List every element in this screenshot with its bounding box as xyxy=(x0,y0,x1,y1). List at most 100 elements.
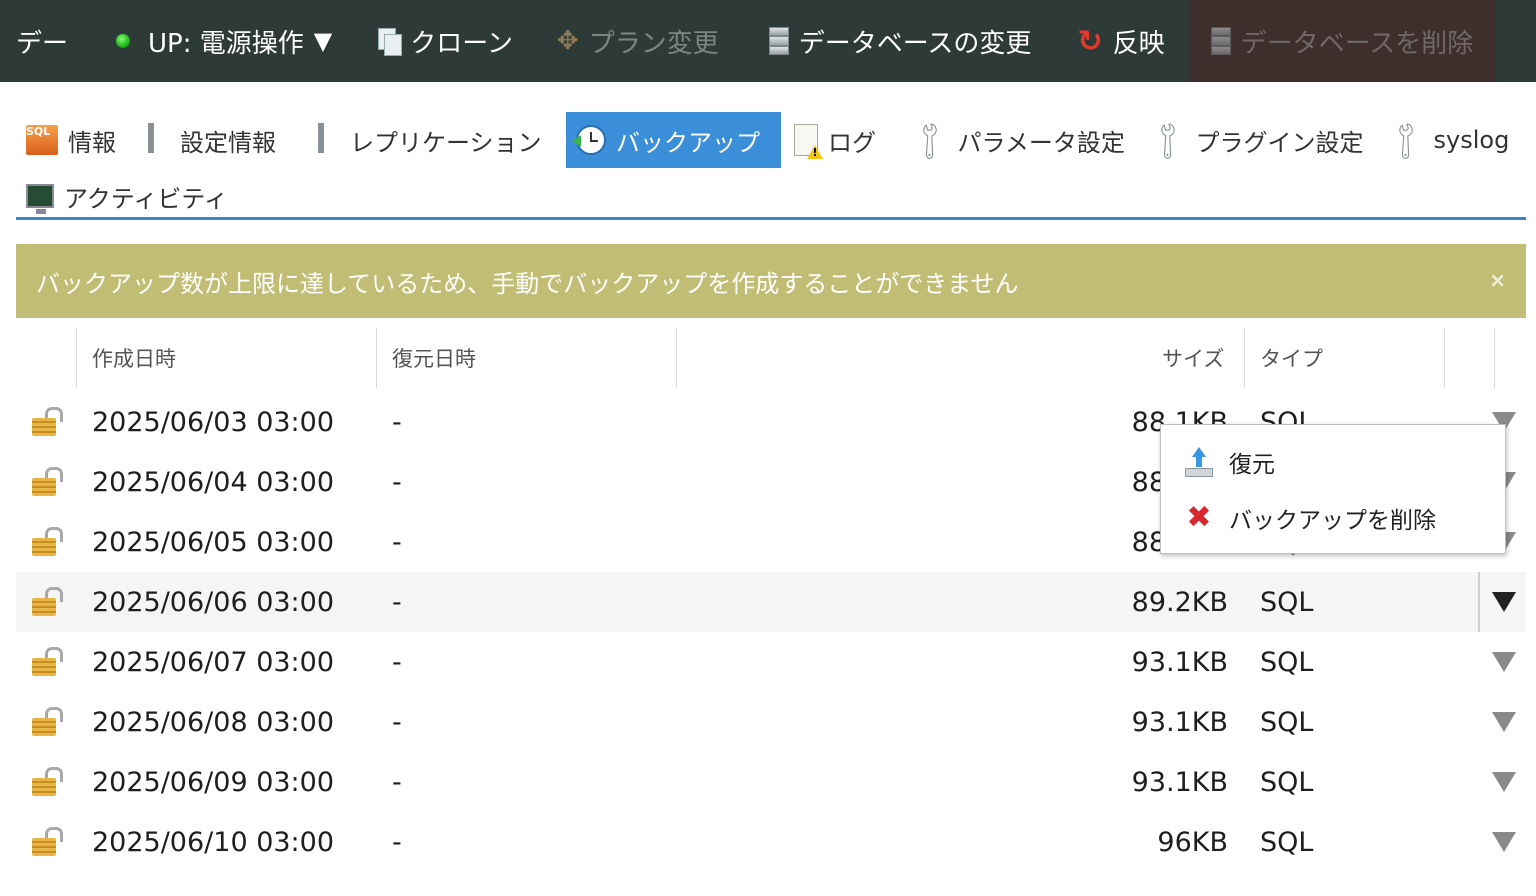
power-operation-button[interactable]: UP: 電源操作 ▼ xyxy=(78,0,348,82)
clone-label: クローン xyxy=(410,28,513,59)
reflect-button[interactable]: ↻ 反映 xyxy=(1047,0,1180,82)
created-cell: 2025/06/10 03:00 xyxy=(92,826,335,858)
unlocked-padlock-icon[interactable] xyxy=(32,827,63,857)
type-cell: SQL xyxy=(1260,706,1314,738)
restore-menu-item[interactable]: 復元 xyxy=(1161,435,1505,489)
size-cell: 93.1KB xyxy=(1131,706,1228,738)
monitor-icon xyxy=(26,184,54,214)
restore-label: 復元 xyxy=(1229,452,1275,478)
plan-change-button[interactable]: ✥ プラン変更 xyxy=(529,0,735,82)
row-menu-dropdown-icon[interactable] xyxy=(1492,592,1516,612)
tab-replication[interactable]: レプリケーション xyxy=(308,112,552,168)
delete-backup-label: バックアップを削除 xyxy=(1229,508,1436,534)
restored-cell: - xyxy=(392,586,402,618)
wrench-icon: 🔧︎ xyxy=(1381,115,1431,165)
toolbar-partial-item[interactable]: デー xyxy=(0,0,78,82)
database-icon xyxy=(768,27,789,55)
wrench-icon: 🔧︎ xyxy=(1143,115,1193,165)
close-icon[interactable]: × xyxy=(1489,268,1506,292)
backup-table-header: 作成日時 復元日時 サイズ タイプ xyxy=(16,328,1526,388)
header-size[interactable]: サイズ xyxy=(1162,328,1224,388)
delete-backup-menu-item[interactable]: ✖ バックアップを削除 xyxy=(1161,491,1505,545)
tab-backup-label: バックアップ xyxy=(616,128,760,157)
restored-cell: - xyxy=(392,766,402,798)
type-cell: SQL xyxy=(1260,646,1314,678)
tab-info-label: 情報 xyxy=(68,128,116,157)
tab-log-label: ログ xyxy=(828,128,876,157)
tab-bar: SQL 情報 設定情報 レプリケーション バックアップ ログ 🔧︎ パラメータ設… xyxy=(16,108,1526,220)
header-created[interactable]: 作成日時 xyxy=(92,328,176,388)
table-row[interactable]: 2025/06/08 03:00 - 93.1KB SQL xyxy=(16,692,1526,752)
table-row[interactable]: 2025/06/10 03:00 - 96KB SQL xyxy=(16,812,1526,872)
table-row[interactable]: 2025/06/07 03:00 - 93.1KB SQL xyxy=(16,632,1526,692)
server-icon xyxy=(318,123,340,156)
row-context-menu: 復元 ✖ バックアップを削除 xyxy=(1160,424,1506,554)
tab-settings-info[interactable]: 設定情報 xyxy=(138,112,286,168)
header-restored[interactable]: 復元日時 xyxy=(392,328,476,388)
backup-clock-icon xyxy=(572,125,606,155)
signpost-icon: ✥ xyxy=(556,26,579,56)
row-menu-dropdown-icon[interactable] xyxy=(1492,712,1516,732)
toolbar-partial-label: デー xyxy=(16,28,69,59)
row-menu-dropdown-icon[interactable] xyxy=(1492,652,1516,672)
log-warning-icon xyxy=(794,124,818,156)
type-cell: SQL xyxy=(1260,586,1314,618)
column-divider xyxy=(1244,328,1245,388)
created-cell: 2025/06/08 03:00 xyxy=(92,706,335,738)
unlocked-padlock-icon[interactable] xyxy=(32,767,63,797)
column-divider xyxy=(76,328,77,388)
power-operation-label: UP: 電源操作 xyxy=(148,28,304,59)
unlocked-padlock-icon[interactable] xyxy=(32,587,63,617)
change-database-button[interactable]: データベースの変更 xyxy=(735,0,1048,82)
tab-syslog-label: syslog xyxy=(1433,126,1510,154)
clone-button[interactable]: クローン xyxy=(348,0,529,82)
upload-restore-icon xyxy=(1185,447,1213,477)
wrench-icon: 🔧︎ xyxy=(905,115,955,165)
delete-database-label: データベースを削除 xyxy=(1240,28,1474,59)
type-cell: SQL xyxy=(1260,826,1314,858)
restored-cell: - xyxy=(392,526,402,558)
tab-settings-info-label: 設定情報 xyxy=(180,128,276,157)
tab-plugin-settings-label: プラグイン設定 xyxy=(1195,128,1364,157)
created-cell: 2025/06/09 03:00 xyxy=(92,766,335,798)
created-cell: 2025/06/05 03:00 xyxy=(92,526,335,558)
delete-x-icon: ✖ xyxy=(1186,500,1212,535)
created-cell: 2025/06/06 03:00 xyxy=(92,586,335,618)
table-row[interactable]: 2025/06/09 03:00 - 93.1KB SQL xyxy=(16,752,1526,812)
column-divider xyxy=(376,328,377,388)
header-type[interactable]: タイプ xyxy=(1260,328,1323,388)
tab-parameter-settings[interactable]: 🔧︎ パラメータ設定 xyxy=(902,112,1135,168)
clone-icon xyxy=(378,28,403,56)
delete-database-button[interactable]: データベースを削除 xyxy=(1188,0,1496,82)
server-icon xyxy=(148,123,170,156)
unlocked-padlock-icon[interactable] xyxy=(32,467,63,497)
created-cell: 2025/06/07 03:00 xyxy=(92,646,335,678)
caret-down-icon: ▼ xyxy=(313,27,333,55)
tab-plugin-settings[interactable]: 🔧︎ プラグイン設定 xyxy=(1140,112,1374,168)
plan-change-label: プラン変更 xyxy=(588,28,719,59)
type-cell: SQL xyxy=(1260,766,1314,798)
row-menu-dropdown-icon[interactable] xyxy=(1492,832,1516,852)
backup-limit-alert: バックアップ数が上限に達しているため、手動でバックアップを作成することができませ… xyxy=(16,244,1526,318)
tab-activity-label: アクティビティ xyxy=(64,184,228,213)
tab-info[interactable]: SQL 情報 xyxy=(16,112,126,168)
column-divider xyxy=(1444,328,1445,388)
size-cell: 93.1KB xyxy=(1131,766,1228,798)
dropdown-divider xyxy=(1478,572,1480,632)
tab-backup[interactable]: バックアップ xyxy=(566,112,781,168)
unlocked-padlock-icon[interactable] xyxy=(32,707,63,737)
database-delete-icon xyxy=(1210,27,1231,55)
size-cell: 96KB xyxy=(1157,826,1228,858)
column-divider xyxy=(1494,328,1495,388)
tab-activity[interactable]: アクティビティ xyxy=(16,168,238,224)
tab-log[interactable]: ログ xyxy=(784,112,886,168)
table-row[interactable]: 2025/06/06 03:00 - 89.2KB SQL xyxy=(16,572,1526,632)
unlocked-padlock-icon[interactable] xyxy=(32,527,63,557)
unlocked-padlock-icon[interactable] xyxy=(32,647,63,677)
unlocked-padlock-icon[interactable] xyxy=(32,407,63,437)
row-menu-dropdown-icon[interactable] xyxy=(1492,772,1516,792)
tab-syslog[interactable]: 🔧︎ syslog xyxy=(1378,112,1519,168)
tab-replication-label: レプリケーション xyxy=(350,128,542,157)
created-cell: 2025/06/04 03:00 xyxy=(92,466,335,498)
size-cell: 93.1KB xyxy=(1131,646,1228,678)
